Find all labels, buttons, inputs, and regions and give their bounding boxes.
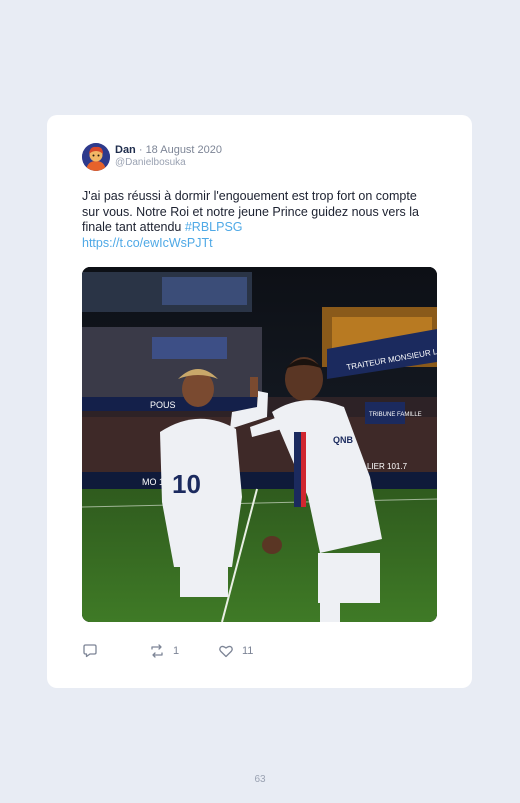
tweet-header: Dan · 18 August 2020 [115,144,222,157]
retweet-count: 1 [173,645,180,657]
board-text-right: LIER 101.7 [367,462,408,471]
reply-button[interactable] [82,643,98,659]
tribune-sign-text: TRIBUNE FAMILLE [369,412,422,418]
ad-board-left-text: POUS [150,400,176,410]
avatar[interactable] [82,143,110,171]
heart-icon [218,643,234,659]
reply-icon [82,643,98,659]
retweet-button[interactable]: 1 [149,643,179,659]
player-number-text: 10 [172,469,201,499]
like-button[interactable]: 11 [218,643,253,659]
tweet-photo[interactable]: POUS TRAITEUR MONSIEUR LOU TRIBUNE FAMIL… [82,267,437,622]
retweet-icon [149,643,165,659]
header-separator: · [135,144,146,156]
author-name[interactable]: Dan [115,144,136,156]
tweet-body: J'ai pas réussi à dormir l'engouement es… [82,189,419,234]
tweet-date: 18 August 2020 [145,144,223,156]
hashtag-link[interactable]: #RBLPSG [185,220,243,234]
tweet-url-link[interactable]: https://t.co/ewIcWsPJTt [82,236,213,250]
sponsor-text: QNB [333,435,354,445]
tweet-text: J'ai pas réussi à dormir l'engouement es… [82,189,422,251]
page-number: 63 [254,774,266,785]
tweet-card: Dan · 18 August 2020 @Danielbosuka J'ai … [47,115,472,688]
like-count: 11 [242,645,254,657]
author-handle[interactable]: @Danielbosuka [115,157,186,168]
